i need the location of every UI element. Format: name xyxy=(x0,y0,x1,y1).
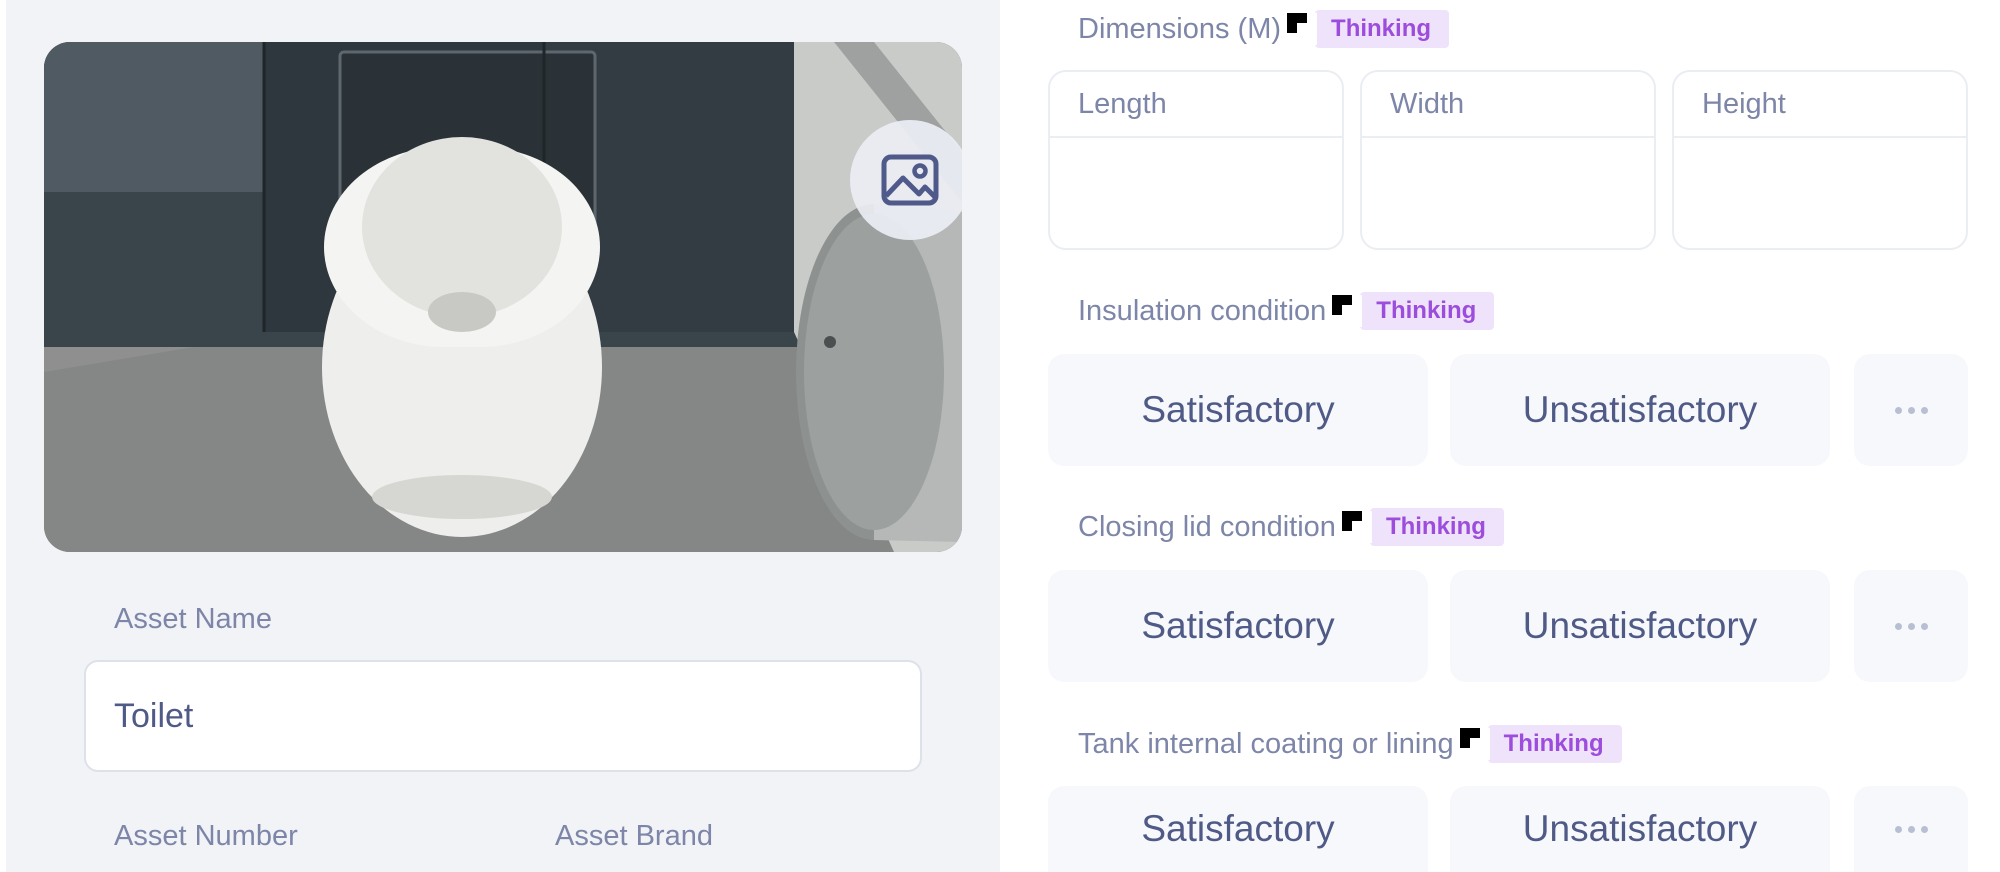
change-image-button[interactable] xyxy=(850,120,962,240)
closing-lid-condition-title: Closing lid condition Thinking xyxy=(1078,508,1504,546)
tank-coating-more-button[interactable] xyxy=(1854,786,1968,872)
length-label: Length xyxy=(1050,72,1342,138)
tank-coating-satisfactory-option[interactable]: Satisfactory xyxy=(1048,786,1428,872)
closing-lid-satisfactory-option[interactable]: Satisfactory xyxy=(1048,570,1428,682)
insulation-satisfactory-option[interactable]: Satisfactory xyxy=(1048,354,1428,466)
more-horizontal-icon xyxy=(1894,825,1928,833)
cursor-icon xyxy=(1332,295,1363,327)
asset-name-value: Toilet xyxy=(114,696,194,735)
tank-coating-condition-title: Tank internal coating or lining Thinking xyxy=(1078,725,1622,763)
dimensions-section-title: Dimensions (M) Thinking xyxy=(1078,10,1450,48)
more-horizontal-icon xyxy=(1894,406,1928,414)
dimensions-title: Dimensions (M) xyxy=(1078,12,1282,45)
thinking-badge: Thinking xyxy=(1369,508,1504,546)
more-horizontal-icon xyxy=(1894,622,1928,630)
image-icon xyxy=(881,154,939,206)
asset-number-label: Asset Number xyxy=(114,820,298,852)
insulation-more-button[interactable] xyxy=(1854,354,1968,466)
tank-coating-condition-label: Tank internal coating or lining xyxy=(1078,727,1454,760)
cursor-icon xyxy=(1287,13,1318,45)
asset-name-label: Asset Name xyxy=(114,603,272,635)
insulation-unsatisfactory-option[interactable]: Unsatisfactory xyxy=(1450,354,1830,466)
asset-form-screen: Asset Name Toilet Asset Number Asset Bra… xyxy=(0,0,2000,872)
toilet-photo-illustration xyxy=(44,42,962,552)
asset-photo[interactable] xyxy=(44,42,962,552)
closing-lid-unsatisfactory-option[interactable]: Unsatisfactory xyxy=(1450,570,1830,682)
asset-brand-label: Asset Brand xyxy=(555,820,713,852)
insulation-condition-label: Insulation condition xyxy=(1078,294,1327,327)
height-label: Height xyxy=(1674,72,1966,138)
inspection-panel: Dimensions (M) Thinking Length Width Hei… xyxy=(1000,0,2000,872)
width-field[interactable]: Width xyxy=(1360,70,1656,250)
cursor-icon xyxy=(1459,728,1490,760)
height-field[interactable]: Height xyxy=(1672,70,1968,250)
asset-details-panel: Asset Name Toilet Asset Number Asset Bra… xyxy=(0,0,1000,872)
thinking-badge: Thinking xyxy=(1315,10,1450,48)
tank-coating-unsatisfactory-option[interactable]: Unsatisfactory xyxy=(1450,786,1830,872)
asset-name-input[interactable]: Toilet xyxy=(84,660,922,772)
closing-lid-more-button[interactable] xyxy=(1854,570,1968,682)
cursor-icon xyxy=(1341,511,1372,543)
length-field[interactable]: Length xyxy=(1048,70,1344,250)
thinking-badge: Thinking xyxy=(1487,725,1622,763)
thinking-badge: Thinking xyxy=(1360,292,1495,330)
insulation-condition-title: Insulation condition Thinking xyxy=(1078,292,1495,330)
closing-lid-condition-label: Closing lid condition xyxy=(1078,510,1336,543)
width-label: Width xyxy=(1362,72,1654,138)
